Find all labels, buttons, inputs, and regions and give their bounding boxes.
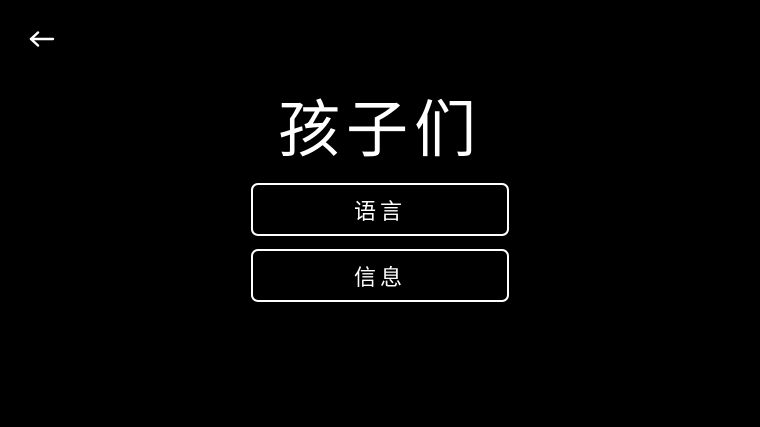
page-title: 孩子们	[277, 93, 482, 166]
language-button-label: 语言	[353, 199, 406, 225]
info-button[interactable]: 信息	[251, 249, 509, 302]
info-button-label: 信息	[353, 265, 406, 291]
language-button[interactable]: 语言	[251, 183, 509, 236]
arrow-left-icon	[29, 31, 55, 47]
back-button[interactable]	[26, 24, 58, 54]
